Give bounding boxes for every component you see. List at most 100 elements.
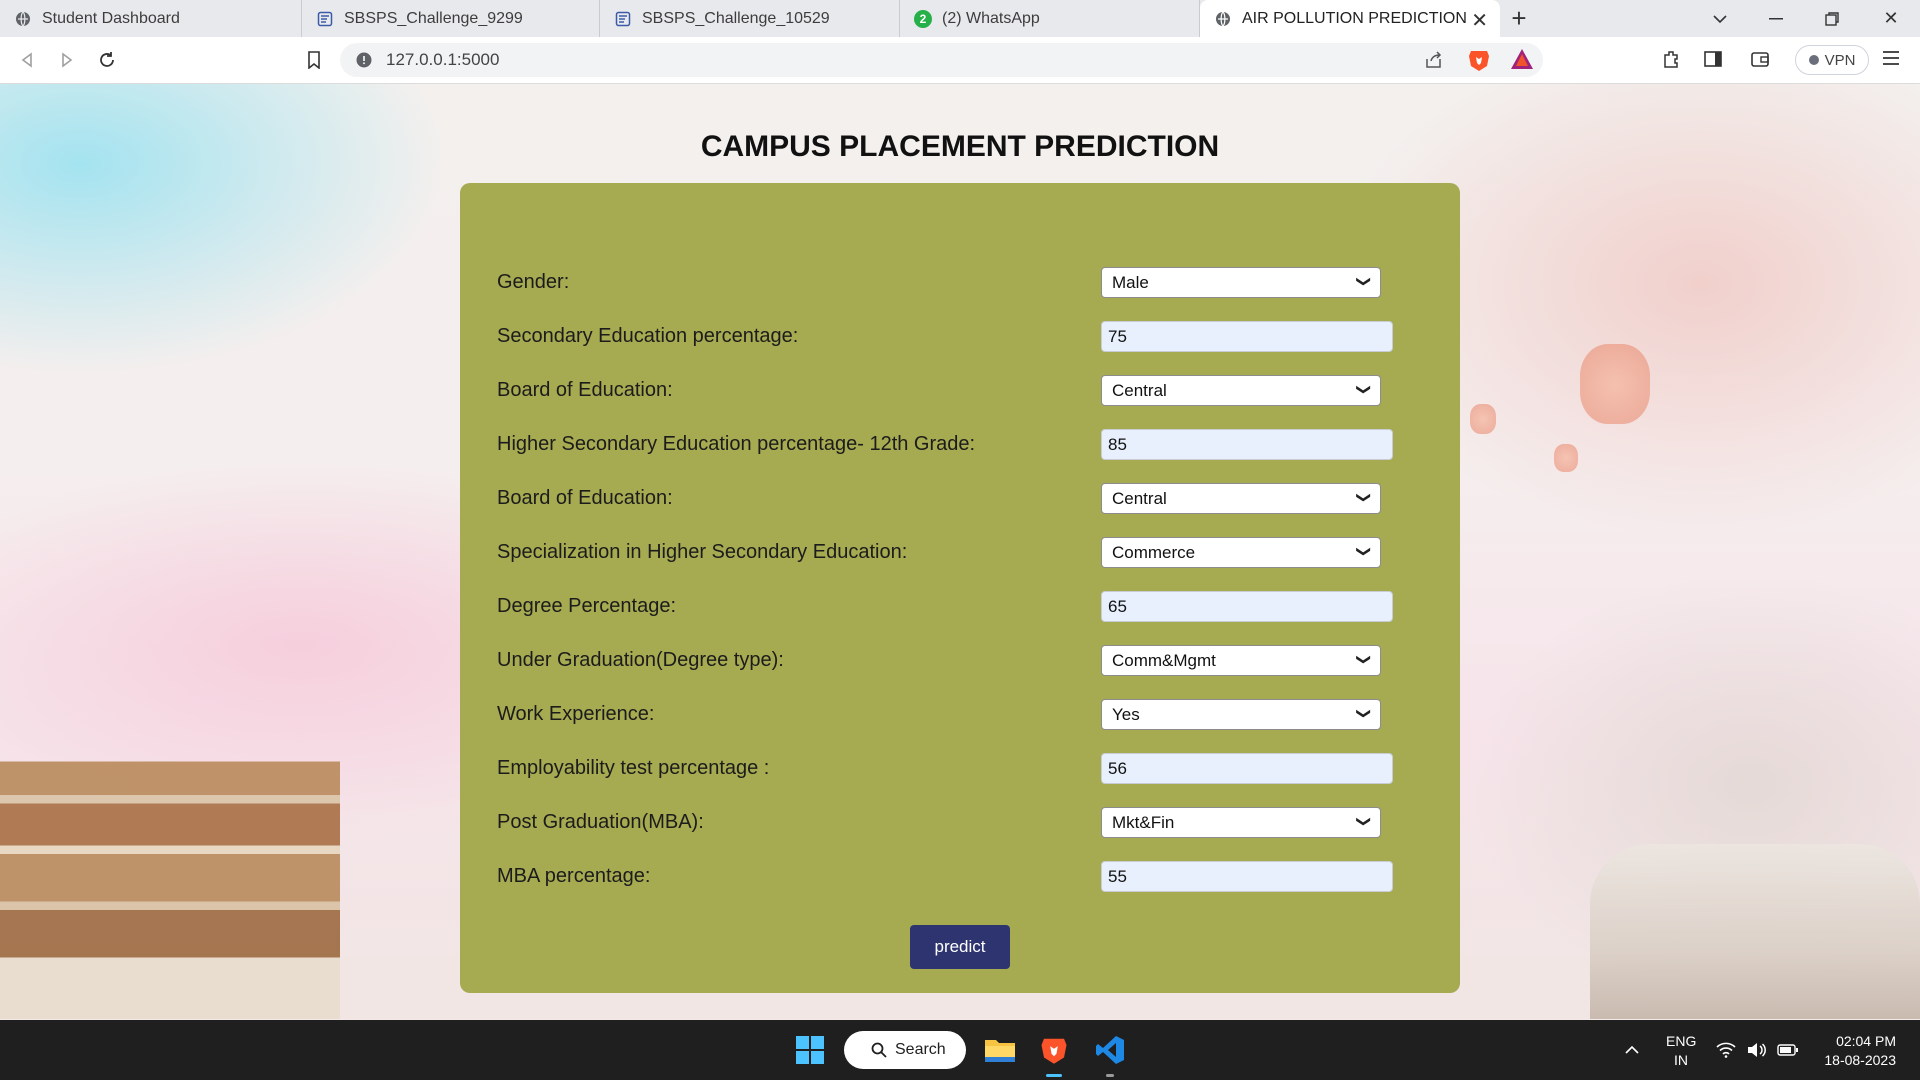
- input-language-indicator[interactable]: ENG IN: [1666, 1032, 1696, 1070]
- vpn-button[interactable]: VPN: [1795, 45, 1869, 75]
- tab-sbsps-challenge-10529[interactable]: SBSPS_Challenge_10529: [600, 0, 900, 37]
- background-lantern: [1470, 404, 1496, 434]
- vscode-icon[interactable]: [1090, 1030, 1130, 1070]
- form-row-mba-specialization: Post Graduation(MBA): Mkt&Fin ❯: [497, 807, 1437, 839]
- chevron-down-icon: ❯: [1356, 275, 1373, 288]
- higher-secondary-percentage-input[interactable]: 85: [1101, 429, 1393, 460]
- tab-label: Student Dashboard: [42, 9, 180, 27]
- chevron-down-icon: ❯: [1356, 653, 1373, 666]
- search-icon: [871, 1042, 887, 1058]
- higher-secondary-board-label: Board of Education:: [497, 487, 673, 509]
- globe-icon: [14, 10, 32, 28]
- form-row-mba-percentage: MBA percentage: 55: [497, 861, 1437, 893]
- tab-label: SBSPS_Challenge_10529: [642, 9, 830, 27]
- sidebar-toggle-icon[interactable]: [1703, 49, 1723, 74]
- employability-test-value: 56: [1108, 758, 1127, 778]
- brave-rewards-icon[interactable]: [1510, 48, 1534, 75]
- close-window-icon[interactable]: ✕: [1868, 0, 1914, 37]
- degree-type-label: Under Graduation(Degree type):: [497, 649, 784, 671]
- degree-percentage-label: Degree Percentage:: [497, 595, 677, 617]
- degree-percentage-value: 65: [1108, 596, 1127, 616]
- background-open-book-image: [1590, 844, 1920, 1019]
- active-app-indicator: [1046, 1074, 1062, 1077]
- degree-type-value: Comm&Mgmt: [1112, 650, 1216, 670]
- form-row-degree-percentage: Degree Percentage: 65: [497, 591, 1437, 623]
- employability-test-input[interactable]: 56: [1101, 753, 1393, 784]
- form-row-employability-test: Employability test percentage : 56: [497, 753, 1437, 785]
- menu-icon[interactable]: [1882, 50, 1900, 71]
- background-lantern: [1554, 444, 1578, 472]
- globe-icon: [1214, 10, 1232, 28]
- form-row-gender: Gender: Male ❯: [497, 267, 1437, 299]
- work-experience-value: Yes: [1112, 704, 1140, 724]
- secondary-board-select[interactable]: Central ❯: [1101, 375, 1381, 406]
- document-icon: [614, 10, 632, 28]
- mba-percentage-input[interactable]: 55: [1101, 861, 1393, 892]
- tab-label: SBSPS_Challenge_9299: [344, 9, 523, 27]
- share-icon[interactable]: [1425, 51, 1443, 74]
- region-code: IN: [1674, 1052, 1688, 1068]
- specialization-label: Specialization in Higher Secondary Educa…: [497, 541, 908, 563]
- tab-list-chevron-icon[interactable]: [1700, 0, 1740, 37]
- tab-label: (2) WhatsApp: [942, 9, 1040, 27]
- file-explorer-icon[interactable]: [980, 1030, 1020, 1070]
- taskbar-search[interactable]: Search: [844, 1031, 966, 1069]
- reload-icon[interactable]: [95, 48, 119, 72]
- browser-tab-bar: Student Dashboard SBSPS_Challenge_9299 S…: [0, 0, 1920, 37]
- clock-date: 18-08-2023: [1824, 1052, 1896, 1068]
- language-code: ENG: [1666, 1033, 1697, 1049]
- work-experience-label: Work Experience:: [497, 703, 655, 725]
- form-row-specialization: Specialization in Higher Secondary Educa…: [497, 537, 1437, 569]
- forward-icon[interactable]: [55, 48, 79, 72]
- close-tab-icon[interactable]: ✕: [1471, 8, 1488, 33]
- wallet-icon[interactable]: [1750, 49, 1770, 74]
- tab-whatsapp[interactable]: 2 (2) WhatsApp: [900, 0, 1200, 37]
- degree-type-select[interactable]: Comm&Mgmt ❯: [1101, 645, 1381, 676]
- minimize-icon[interactable]: [1756, 0, 1796, 37]
- work-experience-select[interactable]: Yes ❯: [1101, 699, 1381, 730]
- mba-percentage-label: MBA percentage:: [497, 865, 651, 887]
- show-hidden-icons-chevron-icon[interactable]: [1612, 1030, 1652, 1070]
- brave-shield-icon[interactable]: [1468, 48, 1490, 77]
- form-row-higher-secondary-board: Board of Education: Central ❯: [497, 483, 1437, 515]
- site-info-icon[interactable]: [356, 52, 372, 73]
- higher-secondary-percentage-label: Higher Secondary Education percentage- 1…: [497, 433, 976, 455]
- form-row-degree-type: Under Graduation(Degree type): Comm&Mgmt…: [497, 645, 1437, 677]
- secondary-board-label: Board of Education:: [497, 379, 673, 401]
- secondary-percentage-label: Secondary Education percentage:: [497, 325, 799, 347]
- battery-icon[interactable]: [1768, 1030, 1808, 1070]
- address-bar[interactable]: 127.0.0.1:5000: [340, 43, 1543, 77]
- tab-student-dashboard[interactable]: Student Dashboard: [0, 0, 302, 37]
- whatsapp-badge-count: 2: [919, 11, 927, 26]
- url-text: 127.0.0.1:5000: [386, 50, 500, 69]
- mba-specialization-label: Post Graduation(MBA):: [497, 811, 704, 833]
- clock[interactable]: 02:04 PM 18-08-2023: [1812, 1032, 1896, 1070]
- specialization-select[interactable]: Commerce ❯: [1101, 537, 1381, 568]
- new-tab-button[interactable]: +: [1500, 0, 1538, 37]
- gender-label: Gender:: [497, 271, 570, 293]
- mba-percentage-value: 55: [1108, 866, 1127, 886]
- secondary-board-value: Central: [1112, 380, 1167, 400]
- back-icon[interactable]: [15, 48, 39, 72]
- tab-label: AIR POLLUTION PREDICTION: [1242, 9, 1467, 27]
- brave-browser-icon[interactable]: [1034, 1030, 1074, 1070]
- form-row-secondary-board: Board of Education: Central ❯: [497, 375, 1437, 407]
- bookmark-icon[interactable]: [302, 48, 326, 72]
- higher-secondary-board-value: Central: [1112, 488, 1167, 508]
- gender-select[interactable]: Male ❯: [1101, 267, 1381, 298]
- background-books-image: [0, 739, 340, 1019]
- mba-specialization-select[interactable]: Mkt&Fin ❯: [1101, 807, 1381, 838]
- chevron-down-icon: ❯: [1356, 491, 1373, 504]
- degree-percentage-input[interactable]: 65: [1101, 591, 1393, 622]
- gender-value: Male: [1112, 272, 1149, 292]
- windows-start-icon[interactable]: [790, 1030, 830, 1070]
- placement-prediction-form: Gender: Male ❯ Secondary Education perce…: [460, 183, 1460, 993]
- higher-secondary-board-select[interactable]: Central ❯: [1101, 483, 1381, 514]
- secondary-percentage-input[interactable]: 75: [1101, 321, 1393, 352]
- tab-air-pollution-prediction[interactable]: AIR POLLUTION PREDICTION ✕: [1200, 0, 1500, 37]
- predict-button[interactable]: predict: [910, 925, 1010, 969]
- restore-icon[interactable]: [1812, 0, 1852, 37]
- extensions-icon[interactable]: [1662, 49, 1682, 74]
- whatsapp-badge-icon: 2: [914, 9, 932, 28]
- tab-sbsps-challenge-9299[interactable]: SBSPS_Challenge_9299: [302, 0, 600, 37]
